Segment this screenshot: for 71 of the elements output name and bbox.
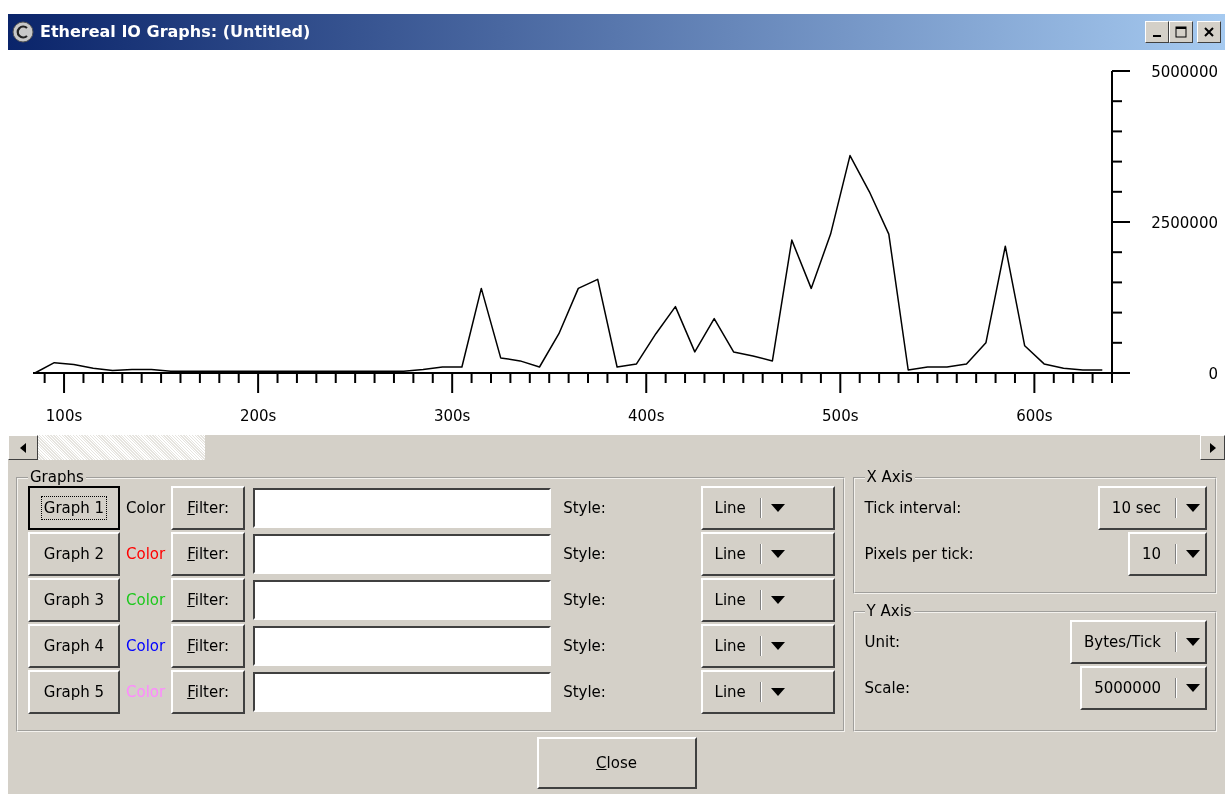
style-label: Style: [563,589,606,611]
field-label: Tick interval: [864,497,962,519]
filter-button[interactable]: Filter: [171,578,246,622]
x-tick-label: 300s [433,407,471,425]
value-dropdown[interactable]: Bytes/Tick [1070,620,1207,664]
scroll-left-button[interactable] [8,435,38,460]
graph-button[interactable]: Graph 3 [28,578,120,622]
left-arrow-icon [19,441,27,454]
group-title: Graphs [29,470,85,485]
x-tick-label: 500s [822,407,859,425]
caret-icon [769,687,786,697]
value-dropdown[interactable]: 5000000 [1080,666,1207,710]
filter-button[interactable]: Filter: [171,532,246,576]
caret-icon [769,549,786,559]
window-title: Ethereal IO Graphs: (Untitled) [40,21,311,43]
app-icon [12,21,34,43]
style-label: Style: [563,681,606,703]
caret-icon [769,503,786,513]
y-tick-label: 2500000 [1151,214,1218,232]
style-label: Style: [563,635,606,657]
close-button[interactable]: Close [536,737,697,789]
graph-button[interactable]: Graph 2 [28,532,120,576]
graph-button[interactable]: Graph 4 [28,624,120,668]
maximize-button[interactable] [1169,21,1193,43]
filter-button[interactable]: Filter: [171,670,246,714]
field-label: Scale: [864,677,910,699]
x-tick-label: 400s [628,407,665,425]
color-label[interactable]: Color [126,496,166,520]
graph-button[interactable]: Graph 1 [28,486,120,530]
caret-icon [769,595,786,605]
color-label[interactable]: Color [126,634,166,658]
filter-button[interactable]: Filter: [171,486,246,530]
x-tick-label: 200s [239,407,277,425]
horizontal-scrollbar[interactable] [8,435,1225,460]
minimize-icon [1153,35,1161,37]
caret-icon [1185,637,1201,647]
filter-field[interactable] [253,488,552,528]
group-title: Y Axis [865,604,913,619]
group-title: X Axis [865,470,914,485]
y-tick-label: 0 [1208,365,1218,383]
minimize-button[interactable] [1145,21,1169,43]
scroll-thumb[interactable] [38,435,205,460]
caret-icon [1185,549,1201,559]
graph-button[interactable]: Graph 5 [28,670,120,714]
caret-icon [769,641,786,651]
x-tick-label: 100s [45,407,83,425]
style-dropdown[interactable]: Line [700,486,835,530]
maximize-icon [1175,26,1187,38]
style-dropdown[interactable]: Line [700,578,835,622]
style-dropdown[interactable]: Line [700,624,835,668]
y-tick-label: 5000000 [1151,63,1218,81]
right-arrow-icon [1208,441,1217,454]
caret-icon [1185,683,1201,693]
close-window-button[interactable] [1197,21,1221,43]
field-label: Unit: [864,631,901,653]
x-tick-label: 600s [1016,407,1053,425]
caret-icon [1185,503,1201,513]
style-label: Style: [563,543,606,565]
value-dropdown[interactable]: 10 [1127,532,1207,576]
filter-button[interactable]: Filter: [171,624,246,668]
close-icon [1203,26,1215,38]
style-dropdown[interactable]: Line [700,670,835,714]
filter-field[interactable] [253,672,552,712]
style-dropdown[interactable]: Line [700,532,835,576]
filter-field[interactable] [253,580,552,620]
value-dropdown[interactable]: 10 sec [1097,486,1207,530]
filter-field[interactable] [253,626,552,666]
filter-field[interactable] [253,534,552,574]
style-label: Style: [563,497,606,519]
field-label: Pixels per tick: [864,543,974,565]
scroll-right-button[interactable] [1200,435,1225,460]
